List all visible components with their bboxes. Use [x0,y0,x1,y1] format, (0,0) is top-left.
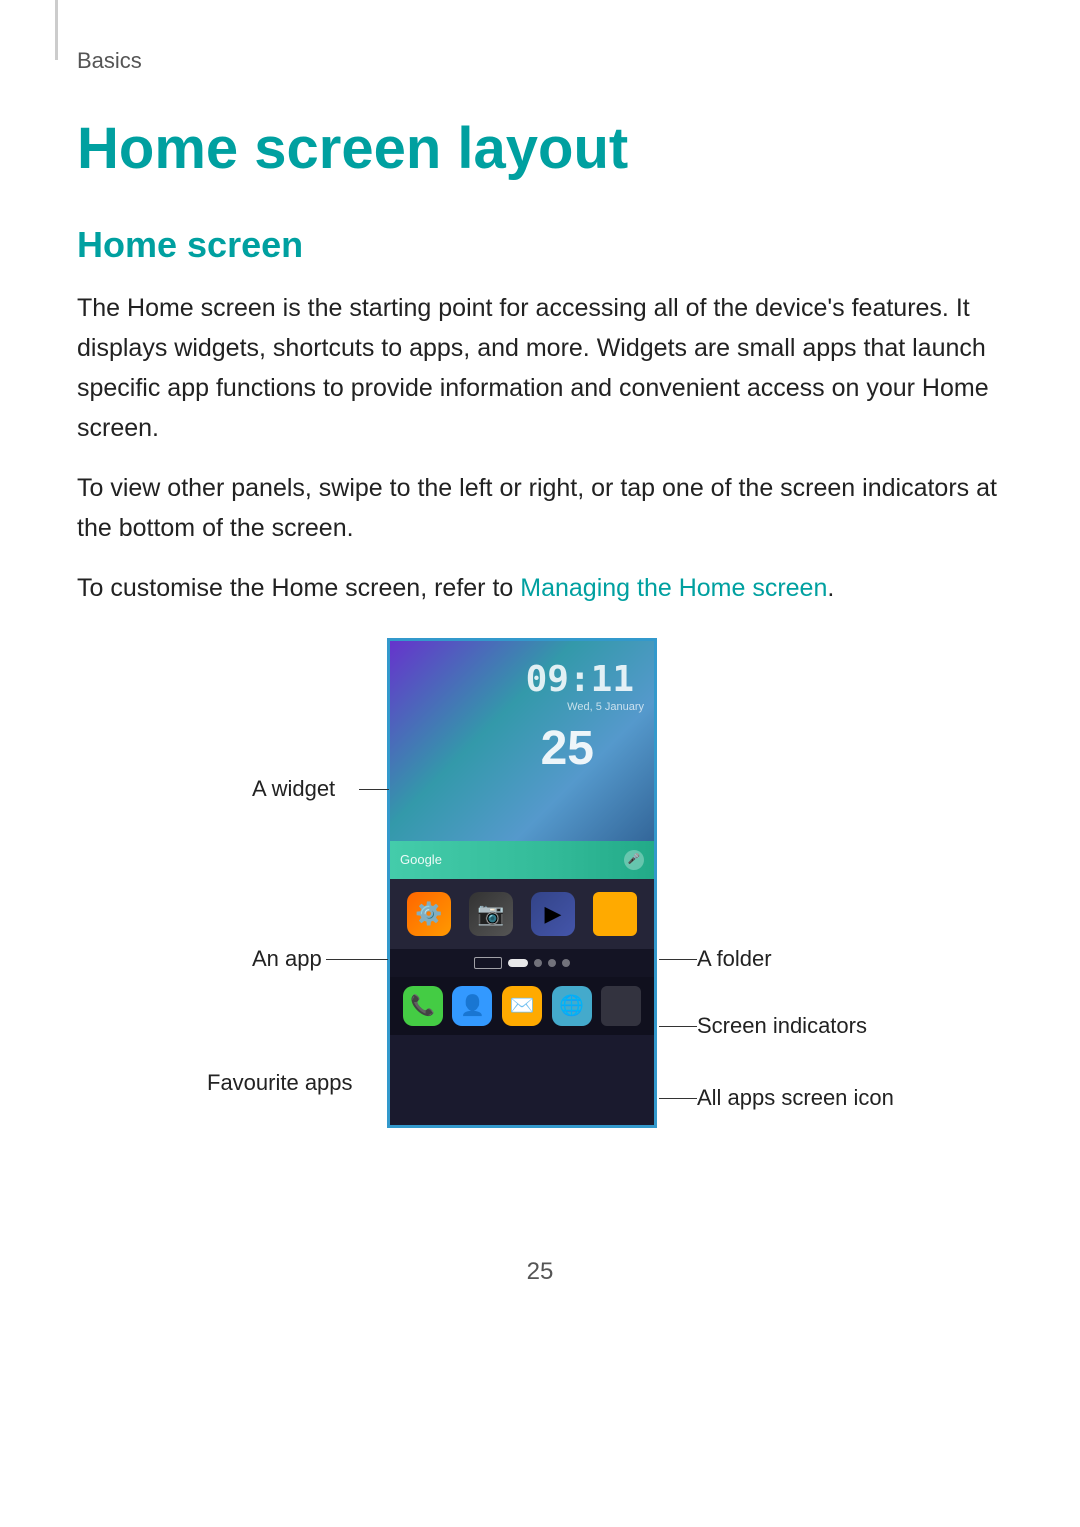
managing-home-screen-link[interactable]: Managing the Home screen [520,574,827,602]
phone-dock-icon: 📞 [403,986,443,1026]
annotation-widget: A widget [252,776,335,802]
annotation-widget-line [359,789,389,791]
diagram-area: 09:11 Wed, 5 January 25 Google 🎤 ⚙️ 📷 ▶ [77,638,1003,1198]
annotation-screen-indicators: Screen indicators [697,1013,867,1039]
annotation-folder: A folder [697,946,772,972]
annotation-all-apps-line [659,1098,697,1100]
email-dock-icon: ✉️ [502,986,542,1026]
contacts-dock-icon: 👤 [452,986,492,1026]
all-apps-dock-icon [601,986,641,1026]
page-title: Home screen layout [77,114,1003,184]
apps-row: ⚙️ 📷 ▶ [390,879,654,949]
dock-row: 📞 👤 ✉️ 🌐 [390,977,654,1035]
page-container: Basics Home screen layout Home screen Th… [0,0,1080,1527]
paragraph-3: To customise the Home screen, refer to M… [77,568,1003,608]
page-number: 25 [77,1258,1003,1286]
indicator-dot-2 [548,959,556,967]
section-title: Home screen [77,224,1003,266]
screen-indicators-row [390,949,654,977]
left-border-decoration [55,0,58,60]
paragraph-2: To view other panels, swipe to the left … [77,468,1003,548]
breadcrumb: Basics [77,48,1003,74]
camera-app-icon: 📷 [469,892,513,936]
browser-dock-icon: 🌐 [552,986,592,1026]
indicator-rect [474,957,502,969]
indicator-dot-active [508,959,528,967]
search-bar: Google 🎤 [390,841,654,879]
widget-date: Wed, 5 January [567,701,644,713]
search-bar-label: Google [400,852,624,867]
annotation-folder-line [659,959,697,961]
microphone-icon: 🎤 [624,850,644,870]
settings-app-icon: ⚙️ [407,892,451,936]
folder-icon [593,892,637,936]
annotation-all-apps: All apps screen icon [697,1085,894,1111]
indicator-dot-1 [534,959,542,967]
annotation-favourite-apps: Favourite apps [207,1070,353,1096]
play-app-icon: ▶ [531,892,575,936]
widget-area: 09:11 Wed, 5 January 25 [390,641,654,841]
paragraph-1: The Home screen is the starting point fo… [77,288,1003,448]
annotation-app-line [326,959,388,961]
widget-number: 25 [541,721,594,776]
indicator-dot-3 [562,959,570,967]
annotation-app: An app [252,946,322,972]
phone-mockup: 09:11 Wed, 5 January 25 Google 🎤 ⚙️ 📷 ▶ [387,638,657,1128]
widget-time: 09:11 [526,659,634,700]
annotation-screen-indicators-line [659,1026,697,1028]
